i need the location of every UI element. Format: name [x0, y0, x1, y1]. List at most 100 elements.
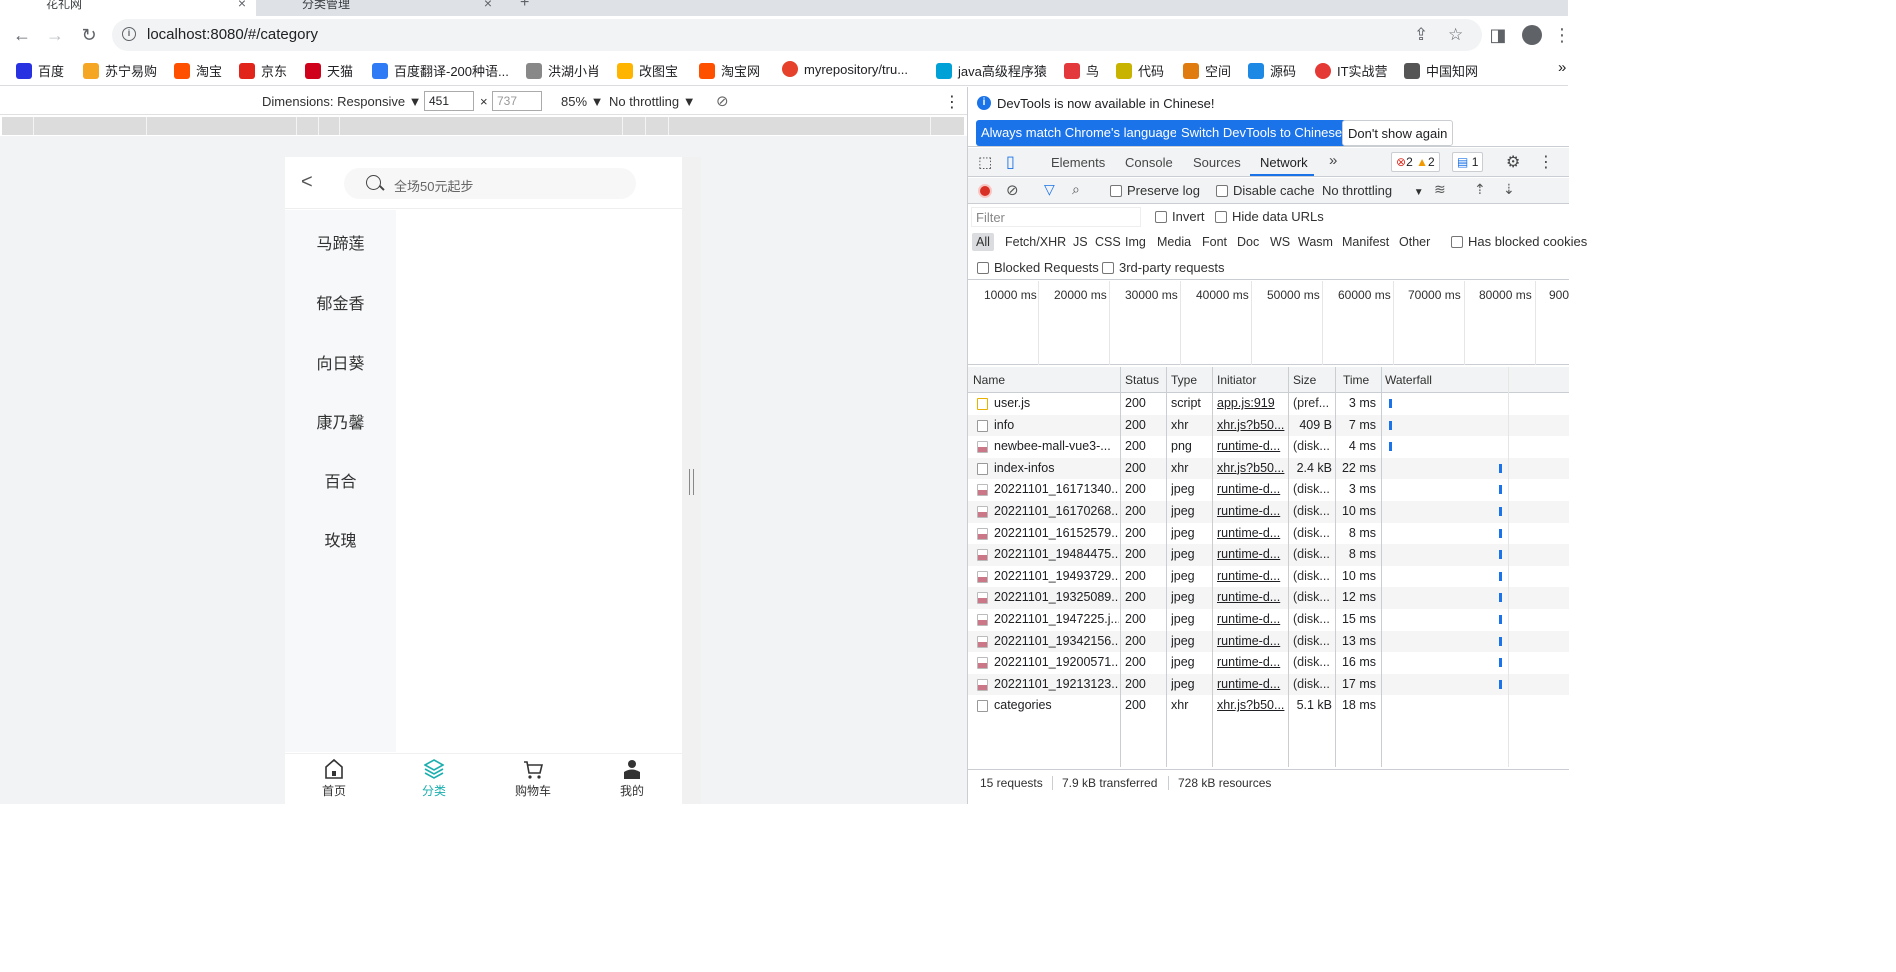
preserve-log-checkbox[interactable]: Preserve log — [1110, 183, 1200, 198]
type-filter-font[interactable]: Font — [1202, 235, 1227, 249]
bookmark-jd[interactable]: 京东 — [239, 61, 287, 80]
match-language-button[interactable]: Always match Chrome's language — [976, 120, 1183, 146]
column-initiator[interactable]: Initiator — [1217, 373, 1256, 387]
side-panel-icon[interactable]: ◨ — [1488, 25, 1508, 45]
table-row[interactable]: 20221101_19493729... 200 jpeg runtime-d... (… — [968, 566, 1569, 588]
new-tab-button[interactable]: + — [520, 0, 529, 12]
type-filter-img[interactable]: Img — [1125, 235, 1146, 249]
tab-network[interactable]: Network — [1260, 155, 1308, 170]
more-options-icon[interactable]: ⋮ — [944, 92, 960, 112]
tab-elements[interactable]: Elements — [1051, 155, 1105, 170]
table-row[interactable]: 20221101_1947225.j... 200 jpeg runtime-d...… — [968, 609, 1569, 631]
bookmark-baidu[interactable]: 百度 — [16, 61, 64, 80]
share-icon[interactable]: ⇪ — [1414, 25, 1428, 45]
bookmark-suning[interactable]: 苏宁易购 — [83, 61, 157, 80]
column-type[interactable]: Type — [1171, 373, 1197, 387]
bookmark-myrepository[interactable]: myrepository/tru... — [782, 61, 908, 77]
table-row[interactable]: 20221101_16152579... 200 jpeg runtime-d... (… — [968, 523, 1569, 545]
has-blocked-cookies-checkbox[interactable]: Has blocked cookies — [1451, 234, 1587, 249]
zoom-dropdown[interactable]: 85% ▼ — [561, 94, 604, 109]
tab-sources[interactable]: Sources — [1193, 155, 1241, 170]
table-row[interactable]: 20221101_19342156... 200 jpeg runtime-d... (… — [968, 630, 1569, 653]
category-item[interactable]: 康乃馨 — [285, 409, 396, 433]
media-query-ruler[interactable] — [2, 117, 964, 135]
bookmark-code[interactable]: 代码 — [1116, 61, 1164, 80]
address-bar[interactable]: i localhost:8080/#/category ⇪ ☆ — [112, 19, 1482, 51]
tab-close-icon[interactable]: × — [238, 0, 246, 11]
bookmark-java[interactable]: java高级程序猿 — [936, 61, 1047, 80]
bookmark-honghu[interactable]: 洪湖小肖 — [526, 61, 600, 80]
type-filter-wasm[interactable]: Wasm — [1298, 235, 1333, 249]
cell-initiator[interactable]: xhr.js?b50... — [1217, 461, 1285, 475]
cell-initiator[interactable]: runtime-d... — [1217, 590, 1285, 604]
settings-gear-icon[interactable]: ⚙ — [1506, 152, 1520, 172]
back-chevron-icon[interactable]: < — [301, 172, 321, 194]
table-row[interactable]: 20221101_16170268... 200 jpeg runtime-d... (… — [968, 501, 1569, 523]
third-party-checkbox[interactable]: 3rd-party requests — [1102, 260, 1225, 275]
switch-chinese-button[interactable]: Switch DevTools to Chinese — [1176, 120, 1348, 146]
tab-cart[interactable]: 购物车 — [503, 758, 563, 799]
reload-icon[interactable]: ↻ — [79, 25, 99, 45]
device-mode-icon[interactable]: ▯ — [1006, 152, 1015, 172]
table-row[interactable]: newbee-mall-vue3-... 200 png runtime-d... (d… — [968, 436, 1569, 458]
messages-badge[interactable]: ▤ 1 — [1452, 152, 1484, 172]
cell-initiator[interactable]: xhr.js?b50... — [1217, 698, 1285, 712]
overview-timeline[interactable]: 10000 ms 20000 ms 30000 ms 40000 ms 5000… — [968, 281, 1569, 365]
tab-huali[interactable]: 花礼网 × — [0, 0, 256, 16]
bookmark-gaitubao[interactable]: 改图宝 — [617, 61, 678, 80]
type-filter-manifest[interactable]: Manifest — [1342, 235, 1389, 249]
type-filter-doc[interactable]: Doc — [1237, 235, 1259, 249]
issues-badge[interactable]: ⊗2 ▲2 — [1391, 152, 1440, 172]
column-status[interactable]: Status — [1125, 373, 1159, 387]
tab-category[interactable]: 分类 — [404, 758, 464, 799]
network-conditions-icon[interactable]: ≋ — [1434, 181, 1446, 198]
bookmark-itsz[interactable]: IT实战营 — [1315, 61, 1388, 80]
category-item[interactable]: 马蹄莲 — [285, 230, 396, 254]
throttle-dropdown[interactable]: No throttling ▼ — [609, 94, 696, 109]
dimensions-dropdown[interactable]: Dimensions: Responsive ▼ — [262, 94, 422, 109]
table-row[interactable]: index-infos 200 xhr xhr.js?b50... 2.4 kB 22 m… — [968, 457, 1569, 480]
cell-initiator[interactable]: runtime-d... — [1217, 634, 1285, 648]
table-row[interactable]: user.js 200 script app.js:919 (pref... 3 ms — [968, 393, 1569, 415]
url-text[interactable]: localhost:8080/#/category — [147, 26, 318, 43]
search-icon[interactable]: ⌕ — [1072, 181, 1080, 198]
category-item[interactable]: 郁金香 — [285, 290, 396, 314]
rotate-icon[interactable]: ⊘ — [716, 92, 729, 110]
table-row[interactable]: 20221101_19325089... 200 jpeg runtime-d... (… — [968, 587, 1569, 609]
site-info-icon[interactable]: i — [122, 27, 136, 41]
cell-initiator[interactable]: runtime-d... — [1217, 439, 1285, 453]
record-icon[interactable] — [978, 184, 992, 198]
cell-initiator[interactable]: runtime-d... — [1217, 569, 1285, 583]
disable-cache-checkbox[interactable]: Disable cache — [1216, 183, 1315, 198]
column-name[interactable]: Name — [973, 373, 1005, 387]
search-input[interactable]: 全场50元起步 — [344, 168, 636, 199]
devtools-menu-icon[interactable]: ⋮ — [1538, 152, 1554, 172]
profile-avatar-icon[interactable] — [1522, 25, 1542, 45]
category-item[interactable]: 向日葵 — [285, 350, 396, 374]
more-tabs-icon[interactable]: » — [1329, 152, 1337, 169]
dont-show-button[interactable]: Don't show again — [1342, 120, 1454, 146]
bookmark-source[interactable]: 源码 — [1248, 61, 1296, 80]
type-filter-other[interactable]: Other — [1399, 235, 1430, 249]
cell-initiator[interactable]: runtime-d... — [1217, 482, 1285, 496]
bookmark-baidu-translate[interactable]: 百度翻译-200种语... — [372, 61, 509, 80]
column-time[interactable]: Time — [1343, 373, 1369, 387]
cell-initiator[interactable]: runtime-d... — [1217, 655, 1285, 669]
bookmark-taobao[interactable]: 淘宝 — [174, 61, 222, 80]
cell-initiator[interactable]: runtime-d... — [1217, 526, 1285, 540]
table-row[interactable]: categories 200 xhr xhr.js?b50... 5.1 kB 18 ms — [968, 695, 1569, 717]
menu-dots-icon[interactable]: ⋮ — [1552, 25, 1572, 45]
export-har-icon[interactable]: ⇣ — [1503, 181, 1515, 198]
table-row[interactable]: 20221101_19200571... 200 jpeg runtime-d... (… — [968, 652, 1569, 674]
category-item[interactable]: 百合 — [285, 468, 396, 492]
type-filter-all[interactable]: All — [972, 233, 994, 251]
forward-arrow-icon[interactable]: → — [45, 25, 65, 45]
tab-category-mgmt[interactable]: 分类管理 × — [256, 0, 502, 16]
tab-mine[interactable]: 我的 — [602, 758, 662, 799]
tab-home[interactable]: 首页 — [304, 758, 364, 799]
cell-initiator[interactable]: runtime-d... — [1217, 504, 1285, 518]
filter-funnel-icon[interactable]: ▽ — [1044, 181, 1055, 198]
resize-handle-icon[interactable] — [689, 469, 694, 495]
import-har-icon[interactable]: ⇡ — [1474, 181, 1486, 198]
invert-checkbox[interactable]: Invert — [1155, 209, 1205, 224]
